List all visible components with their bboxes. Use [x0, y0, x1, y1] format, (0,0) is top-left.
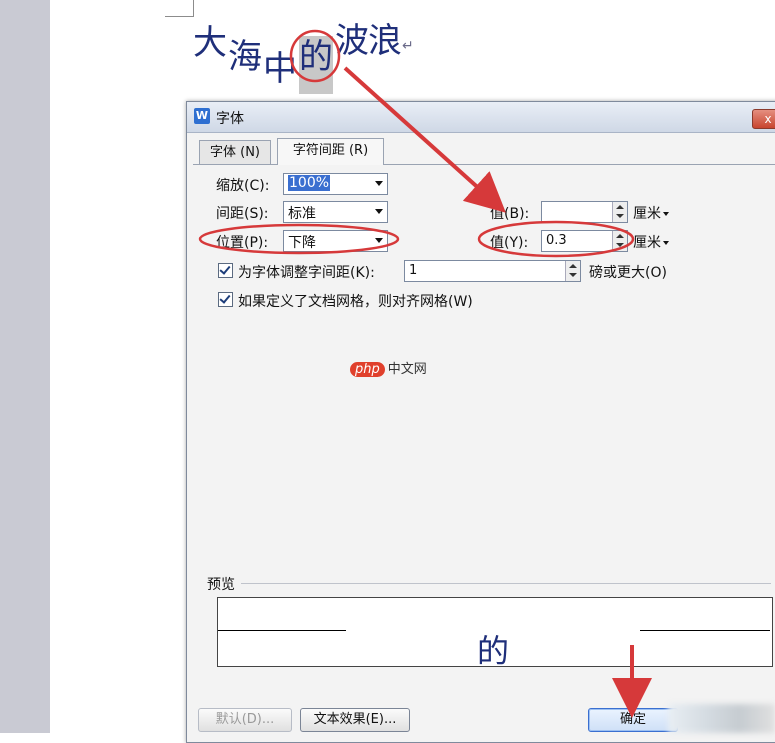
- preview-baseline: [218, 630, 346, 631]
- tab-font[interactable]: 字体 (N): [199, 140, 271, 165]
- spacing-combo[interactable]: 标准: [283, 201, 388, 223]
- kerning-checkbox[interactable]: [218, 263, 233, 278]
- grid-checkbox[interactable]: [218, 292, 233, 307]
- kerning-label: 为字体调整字间距(K):: [238, 265, 375, 281]
- kerning-suffix: 磅或更大(O): [589, 265, 667, 281]
- close-button[interactable]: x: [752, 109, 775, 129]
- chevron-down-icon: [375, 181, 383, 186]
- default-button[interactable]: 默认(D)...: [198, 708, 292, 732]
- stepper-down-icon[interactable]: [616, 243, 624, 247]
- text-effects-button[interactable]: 文本效果(E)...: [300, 708, 410, 732]
- stepper-down-icon[interactable]: [569, 273, 577, 277]
- page-corner-mark: [193, 0, 194, 17]
- stepper-up-icon[interactable]: [616, 234, 624, 238]
- position-label: 位置(P):: [216, 235, 269, 251]
- stepper-down-icon[interactable]: [616, 214, 624, 218]
- doc-char[interactable]: 大: [193, 26, 227, 60]
- preview-baseline: [640, 630, 770, 631]
- spacing-label: 间距(S):: [216, 206, 269, 222]
- dialog-titlebar[interactable]: W 字体 x: [187, 102, 775, 133]
- position-amount-value: 0.3: [546, 233, 567, 248]
- position-amount-label: 值(Y):: [490, 235, 529, 251]
- spacing-value: 标准: [288, 206, 316, 222]
- position-unit[interactable]: 厘米: [633, 232, 669, 252]
- chevron-down-icon: [375, 238, 383, 243]
- spacing-amount-label: 值(B):: [490, 206, 530, 222]
- kerning-value: 1: [409, 263, 418, 278]
- preview-divider: [241, 583, 771, 584]
- position-combo[interactable]: 下降: [283, 230, 388, 252]
- grid-label: 如果定义了文档网格，则对齐网格(W): [238, 294, 473, 310]
- chevron-down-icon: [375, 209, 383, 214]
- doc-char[interactable]: 中: [263, 52, 297, 86]
- tab-character-spacing[interactable]: 字符间距 (R): [277, 138, 384, 165]
- paragraph-mark: ↵: [402, 38, 414, 54]
- stepper-up-icon[interactable]: [616, 205, 624, 209]
- page-corner-mark: [165, 16, 193, 17]
- doc-char[interactable]: 波: [335, 24, 369, 58]
- dialog-title: 字体: [216, 111, 244, 127]
- watermark-logo: php: [350, 362, 385, 377]
- watermark-text: 中文网: [387, 362, 427, 377]
- scale-value: 100%: [288, 175, 331, 191]
- unit-dropdown-icon: [663, 241, 669, 245]
- doc-char[interactable]: 海: [228, 40, 262, 74]
- preview-label: 预览: [207, 577, 235, 593]
- wps-app-icon: W: [194, 108, 210, 124]
- document-left-margin: [0, 0, 50, 733]
- doc-char-selected[interactable]: 的: [299, 36, 333, 94]
- spacing-unit[interactable]: 厘米: [633, 203, 669, 223]
- position-value: 下降: [288, 235, 316, 251]
- ok-button[interactable]: 确定: [588, 708, 678, 732]
- spacing-amount-stepper[interactable]: [541, 201, 628, 223]
- scale-label: 缩放(C):: [216, 178, 270, 194]
- site-watermark: php 中文网: [350, 358, 427, 377]
- position-amount-stepper[interactable]: 0.3: [541, 230, 628, 252]
- stepper-up-icon[interactable]: [569, 264, 577, 268]
- preview-sample: 的: [477, 632, 510, 670]
- doc-char[interactable]: 浪: [368, 24, 402, 58]
- blurred-region: [668, 704, 775, 733]
- scale-combo[interactable]: 100%: [283, 173, 388, 195]
- unit-dropdown-icon: [663, 212, 669, 216]
- kerning-stepper[interactable]: 1: [404, 260, 581, 282]
